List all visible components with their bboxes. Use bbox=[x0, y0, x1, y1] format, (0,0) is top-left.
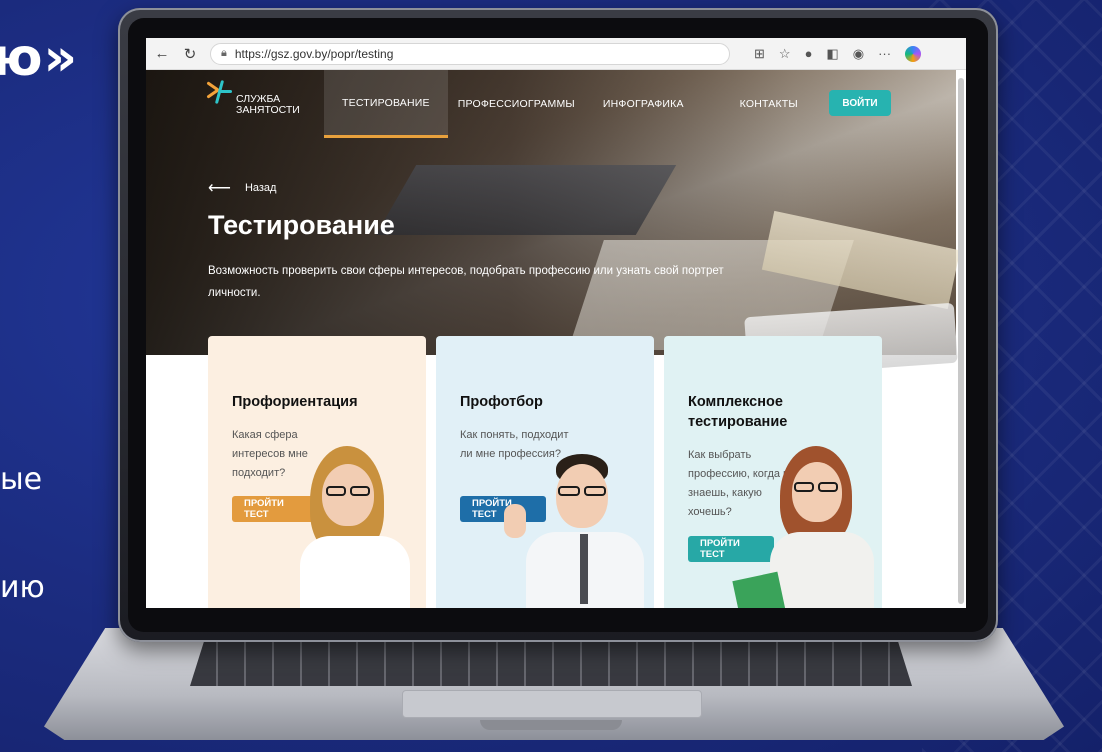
profile-icon[interactable]: ◉ bbox=[853, 46, 864, 62]
girl-illustration bbox=[300, 446, 420, 608]
refresh-icon[interactable]: ↻ bbox=[182, 45, 198, 63]
woman-illustration bbox=[732, 446, 882, 608]
logo-icon bbox=[206, 78, 232, 106]
site-header: СЛУЖБА ЗАНЯТОСТИ ТЕСТИРОВАНИЕ ПРОФЕССИОГ… bbox=[146, 70, 956, 138]
back-arrow-icon[interactable]: ← bbox=[154, 45, 170, 62]
copilot-icon[interactable] bbox=[905, 45, 922, 62]
slide-text-fragment-1: ые bbox=[0, 462, 43, 497]
card-title: Профориентация bbox=[232, 394, 358, 410]
card-complex-testing: Комплексное тестирование Как выбрать про… bbox=[664, 336, 882, 608]
lock-icon: 🔒︎ bbox=[221, 47, 227, 59]
page-title: Тестирование bbox=[208, 210, 395, 240]
slide-text-fragment-2: ию bbox=[0, 570, 45, 605]
take-test-button[interactable]: ПРОЙТИ ТЕСТ bbox=[688, 536, 774, 562]
browser-extension-icons: ⊞ ☆ ● ◧ ◉ ··· bbox=[754, 45, 922, 62]
card-professional-selection: Профотбор Как понять, подходит ли мне пр… bbox=[436, 336, 654, 608]
laptop-screen: ← ↻ 🔒︎ https://gsz.gov.by/popr/testing ⊞… bbox=[146, 38, 966, 608]
slide-title-fragment: ю» bbox=[0, 28, 79, 88]
more-menu-icon[interactable]: ··· bbox=[878, 46, 891, 61]
card-title: Профотбор bbox=[460, 394, 543, 410]
page-scrollbar[interactable] bbox=[958, 78, 964, 604]
translate-icon[interactable]: ⊞ bbox=[754, 46, 765, 62]
card-title: Комплексное тестирование bbox=[688, 394, 788, 430]
arrow-left-icon: ⟵ bbox=[208, 180, 231, 197]
main-menu: ТЕСТИРОВАНИЕ ПРОФЕССИОГРАММЫ ИНФОГРАФИКА… bbox=[324, 70, 808, 138]
extension-circle-icon[interactable]: ● bbox=[805, 46, 813, 61]
page-subtitle: Возможность проверить свои сферы интерес… bbox=[208, 265, 724, 299]
url-text: https://gsz.gov.by/popr/testing bbox=[234, 46, 394, 61]
hero-photo-laptop bbox=[375, 165, 677, 235]
nav-item-professiograms[interactable]: ПРОФЕССИОГРАММЫ bbox=[448, 70, 585, 138]
browser-toolbar: ← ↻ 🔒︎ https://gsz.gov.by/popr/testing ⊞… bbox=[146, 38, 966, 70]
back-label: Назад bbox=[244, 182, 277, 194]
login-button[interactable]: ВОЙТИ bbox=[829, 90, 891, 116]
laptop-notch bbox=[480, 720, 622, 730]
nav-item-contacts[interactable]: КОНТАКТЫ bbox=[730, 70, 808, 138]
laptop-keyboard bbox=[190, 640, 912, 686]
extension-icon[interactable]: ◧ bbox=[826, 46, 838, 62]
logo-text: СЛУЖБА ЗАНЯТОСТИ bbox=[236, 93, 300, 116]
laptop-touchpad bbox=[402, 690, 702, 718]
nav-item-testing[interactable]: ТЕСТИРОВАНИЕ bbox=[324, 70, 448, 138]
card-career-guidance: Профориентация Какая сфера интересов мне… bbox=[208, 336, 426, 608]
address-bar[interactable]: 🔒︎ https://gsz.gov.by/popr/testing bbox=[210, 42, 730, 65]
back-link[interactable]: ⟵ Назад bbox=[208, 178, 276, 198]
nav-item-infographics[interactable]: ИНФОГРАФИКА bbox=[593, 70, 694, 138]
man-illustration bbox=[496, 454, 652, 608]
favorite-star-icon[interactable]: ☆ bbox=[779, 46, 791, 62]
site-logo[interactable]: СЛУЖБА ЗАНЯТОСТИ bbox=[206, 78, 300, 116]
